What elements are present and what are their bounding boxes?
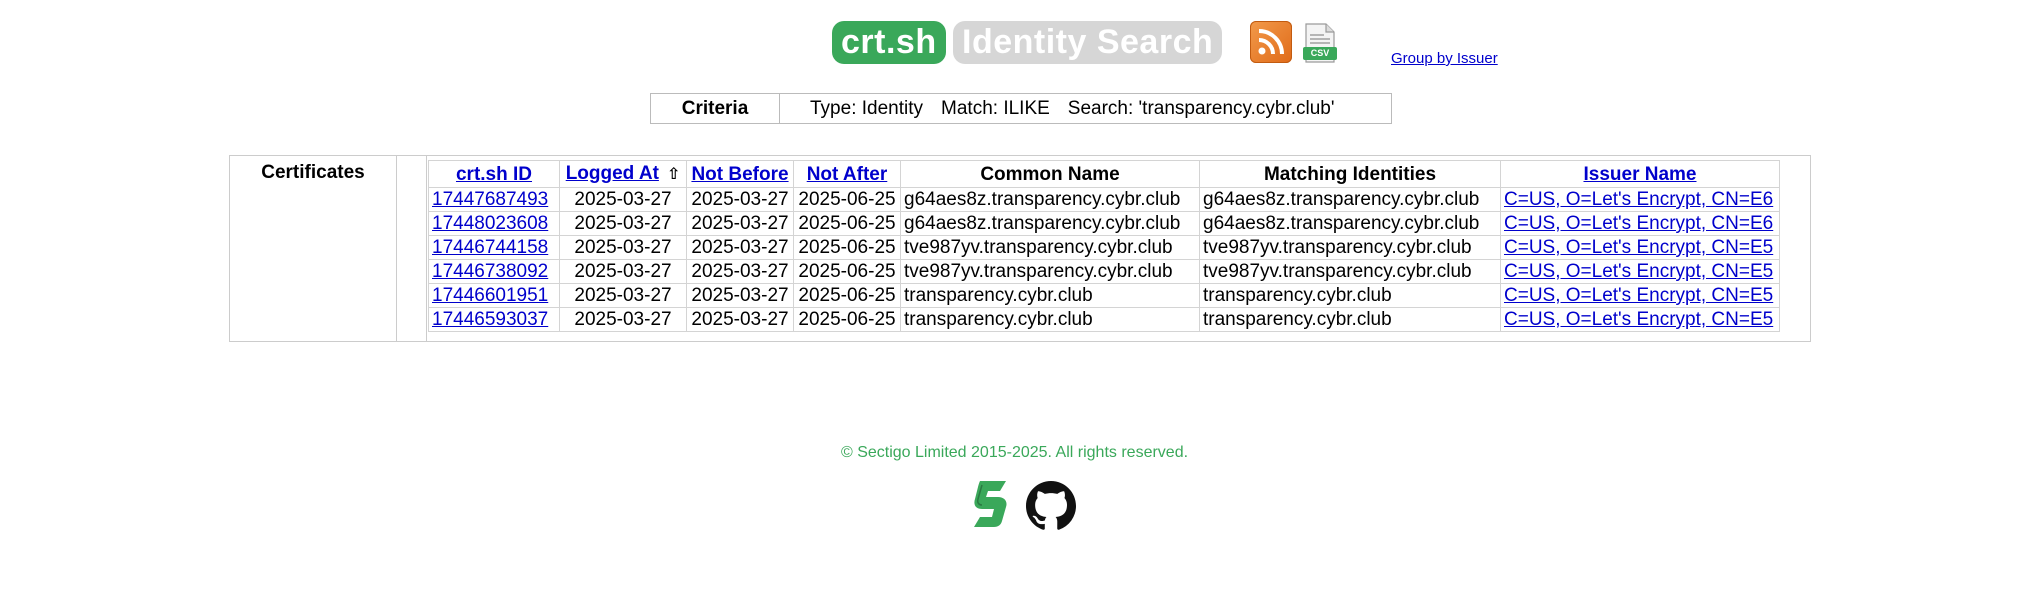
- table-row: 17446738092 2025-03-27 2025-03-27 2025-0…: [428, 259, 1780, 284]
- cell-issuer-name: C=US, O=Let's Encrypt, CN=E5: [1500, 307, 1780, 332]
- cell-logged-at: 2025-03-27: [559, 235, 687, 260]
- cell-issuer-name: C=US, O=Let's Encrypt, CN=E6: [1500, 187, 1780, 212]
- criteria-label: Criteria: [651, 94, 780, 123]
- cell-issuer-name: C=US, O=Let's Encrypt, CN=E6: [1500, 211, 1780, 236]
- sort-by-id-link[interactable]: crt.sh ID: [456, 164, 532, 185]
- page-title: Identity Search: [953, 21, 1223, 64]
- page: crt.sh Identity Search CSV Group by Issu…: [0, 0, 2029, 591]
- cell-matching-identities: tve987yv.transparency.cybr.club: [1199, 259, 1501, 284]
- table-row: 17446601951 2025-03-27 2025-03-27 2025-0…: [428, 283, 1780, 308]
- cell-common-name: tve987yv.transparency.cybr.club: [900, 235, 1200, 260]
- sort-by-not-before-link[interactable]: Not Before: [691, 164, 788, 185]
- header: crt.sh Identity Search CSV Group by Issu…: [0, 21, 2029, 71]
- certificates-spacer: [397, 156, 427, 341]
- certificate-id-link[interactable]: 17447687493: [432, 189, 548, 210]
- column-header-not-before: Not Before: [686, 160, 794, 188]
- cell-logged-at: 2025-03-27: [559, 187, 687, 212]
- csv-icon[interactable]: CSV: [1302, 23, 1338, 63]
- certificate-id-link[interactable]: 17446738092: [432, 261, 548, 282]
- table-header-row: crt.sh ID Logged At ⇧ Not Before Not Afte…: [428, 160, 1780, 188]
- cell-issuer-name: C=US, O=Let's Encrypt, CN=E5: [1500, 235, 1780, 260]
- crtsh-logo-link[interactable]: crt.sh: [832, 21, 946, 64]
- certificate-id-link[interactable]: 17446601951: [432, 285, 548, 306]
- column-header-logged-at: Logged At ⇧: [559, 160, 687, 188]
- cell-not-after: 2025-06-25: [793, 259, 901, 284]
- cell-matching-identities: g64aes8z.transparency.cybr.club: [1199, 211, 1501, 236]
- cell-logged-at: 2025-03-27: [559, 283, 687, 308]
- criteria-match: Match: ILIKE: [941, 97, 1050, 119]
- certificates-section: Certificates crt.sh ID Logged At ⇧ Not Be…: [229, 155, 1811, 342]
- cell-not-before: 2025-03-27: [686, 307, 794, 332]
- certificate-id-link[interactable]: 17446593037: [432, 309, 548, 330]
- certificate-id-link[interactable]: 17448023608: [432, 213, 548, 234]
- cell-matching-identities: tve987yv.transparency.cybr.club: [1199, 235, 1501, 260]
- cell-logged-at: 2025-03-27: [559, 211, 687, 236]
- sort-by-not-after-link[interactable]: Not After: [807, 164, 888, 185]
- github-icon[interactable]: [1026, 481, 1076, 531]
- cell-common-name: g64aes8z.transparency.cybr.club: [900, 187, 1200, 212]
- footer-copyright: © Sectigo Limited 2015-2025. All rights …: [840, 444, 1189, 461]
- cell-logged-at: 2025-03-27: [559, 259, 687, 284]
- cell-issuer-name: C=US, O=Let's Encrypt, CN=E5: [1500, 259, 1780, 284]
- cell-id: 17446744158: [428, 235, 560, 260]
- table-row: 17448023608 2025-03-27 2025-03-27 2025-0…: [428, 211, 1780, 236]
- table-row: 17446593037 2025-03-27 2025-03-27 2025-0…: [428, 307, 1780, 332]
- cell-not-before: 2025-03-27: [686, 259, 794, 284]
- column-header-not-after: Not After: [793, 160, 901, 188]
- criteria-box: Criteria Type: Identity Match: ILIKE Sea…: [650, 93, 1392, 124]
- cell-not-after: 2025-06-25: [793, 307, 901, 332]
- cell-not-after: 2025-06-25: [793, 283, 901, 308]
- cell-not-after: 2025-06-25: [793, 235, 901, 260]
- sectigo-glyph: [974, 481, 1007, 527]
- cell-matching-identities: g64aes8z.transparency.cybr.club: [1199, 187, 1501, 212]
- certificates-table: crt.sh ID Logged At ⇧ Not Before Not Afte…: [428, 160, 1780, 332]
- cell-id: 17446593037: [428, 307, 560, 332]
- table-row: 17446744158 2025-03-27 2025-03-27 2025-0…: [428, 235, 1780, 260]
- cell-not-after: 2025-06-25: [793, 187, 901, 212]
- cell-not-after: 2025-06-25: [793, 211, 901, 236]
- cell-logged-at: 2025-03-27: [559, 307, 687, 332]
- cell-issuer-name: C=US, O=Let's Encrypt, CN=E5: [1500, 283, 1780, 308]
- cell-id: 17448023608: [428, 211, 560, 236]
- sort-ascending-icon: ⇧: [666, 166, 681, 183]
- issuer-link[interactable]: C=US, O=Let's Encrypt, CN=E6: [1504, 213, 1773, 234]
- cell-common-name: transparency.cybr.club: [900, 283, 1200, 308]
- criteria-search: Search: 'transparency.cybr.club': [1067, 97, 1335, 119]
- cell-not-before: 2025-03-27: [686, 235, 794, 260]
- column-header-common-name: Common Name: [900, 160, 1200, 188]
- criteria-values: Type: Identity Match: ILIKE Search: 'tra…: [780, 94, 1391, 123]
- rss-icon[interactable]: [1250, 21, 1292, 63]
- sectigo-icon[interactable]: [972, 479, 1010, 529]
- cell-common-name: g64aes8z.transparency.cybr.club: [900, 211, 1200, 236]
- cell-common-name: transparency.cybr.club: [900, 307, 1200, 332]
- rss-glyph: [1258, 29, 1284, 55]
- sort-by-issuer-link[interactable]: Issuer Name: [1583, 164, 1696, 185]
- cell-not-before: 2025-03-27: [686, 187, 794, 212]
- cell-not-before: 2025-03-27: [686, 211, 794, 236]
- criteria-type: Type: Identity: [810, 97, 924, 119]
- sort-by-logged-at-link[interactable]: Logged At: [566, 163, 659, 184]
- certificate-id-link[interactable]: 17446744158: [432, 237, 548, 258]
- group-by-issuer-link[interactable]: Group by Issuer: [1391, 50, 1498, 67]
- issuer-link[interactable]: C=US, O=Let's Encrypt, CN=E5: [1504, 309, 1773, 330]
- cell-id: 17447687493: [428, 187, 560, 212]
- table-row: 17447687493 2025-03-27 2025-03-27 2025-0…: [428, 187, 1780, 212]
- issuer-link[interactable]: C=US, O=Let's Encrypt, CN=E5: [1504, 285, 1773, 306]
- cell-matching-identities: transparency.cybr.club: [1199, 307, 1501, 332]
- issuer-link[interactable]: C=US, O=Let's Encrypt, CN=E6: [1504, 189, 1773, 210]
- issuer-link[interactable]: C=US, O=Let's Encrypt, CN=E5: [1504, 261, 1773, 282]
- certificates-label: Certificates: [230, 156, 397, 341]
- cell-matching-identities: transparency.cybr.club: [1199, 283, 1501, 308]
- cell-id: 17446738092: [428, 259, 560, 284]
- issuer-link[interactable]: C=US, O=Let's Encrypt, CN=E5: [1504, 237, 1773, 258]
- csv-badge-label: CSV: [1310, 48, 1330, 58]
- cell-id: 17446601951: [428, 283, 560, 308]
- column-header-matching-identities: Matching Identities: [1199, 160, 1501, 188]
- column-header-issuer-name: Issuer Name: [1500, 160, 1780, 188]
- cell-common-name: tve987yv.transparency.cybr.club: [900, 259, 1200, 284]
- cell-not-before: 2025-03-27: [686, 283, 794, 308]
- github-glyph: [1026, 481, 1076, 530]
- column-header-id: crt.sh ID: [428, 160, 560, 188]
